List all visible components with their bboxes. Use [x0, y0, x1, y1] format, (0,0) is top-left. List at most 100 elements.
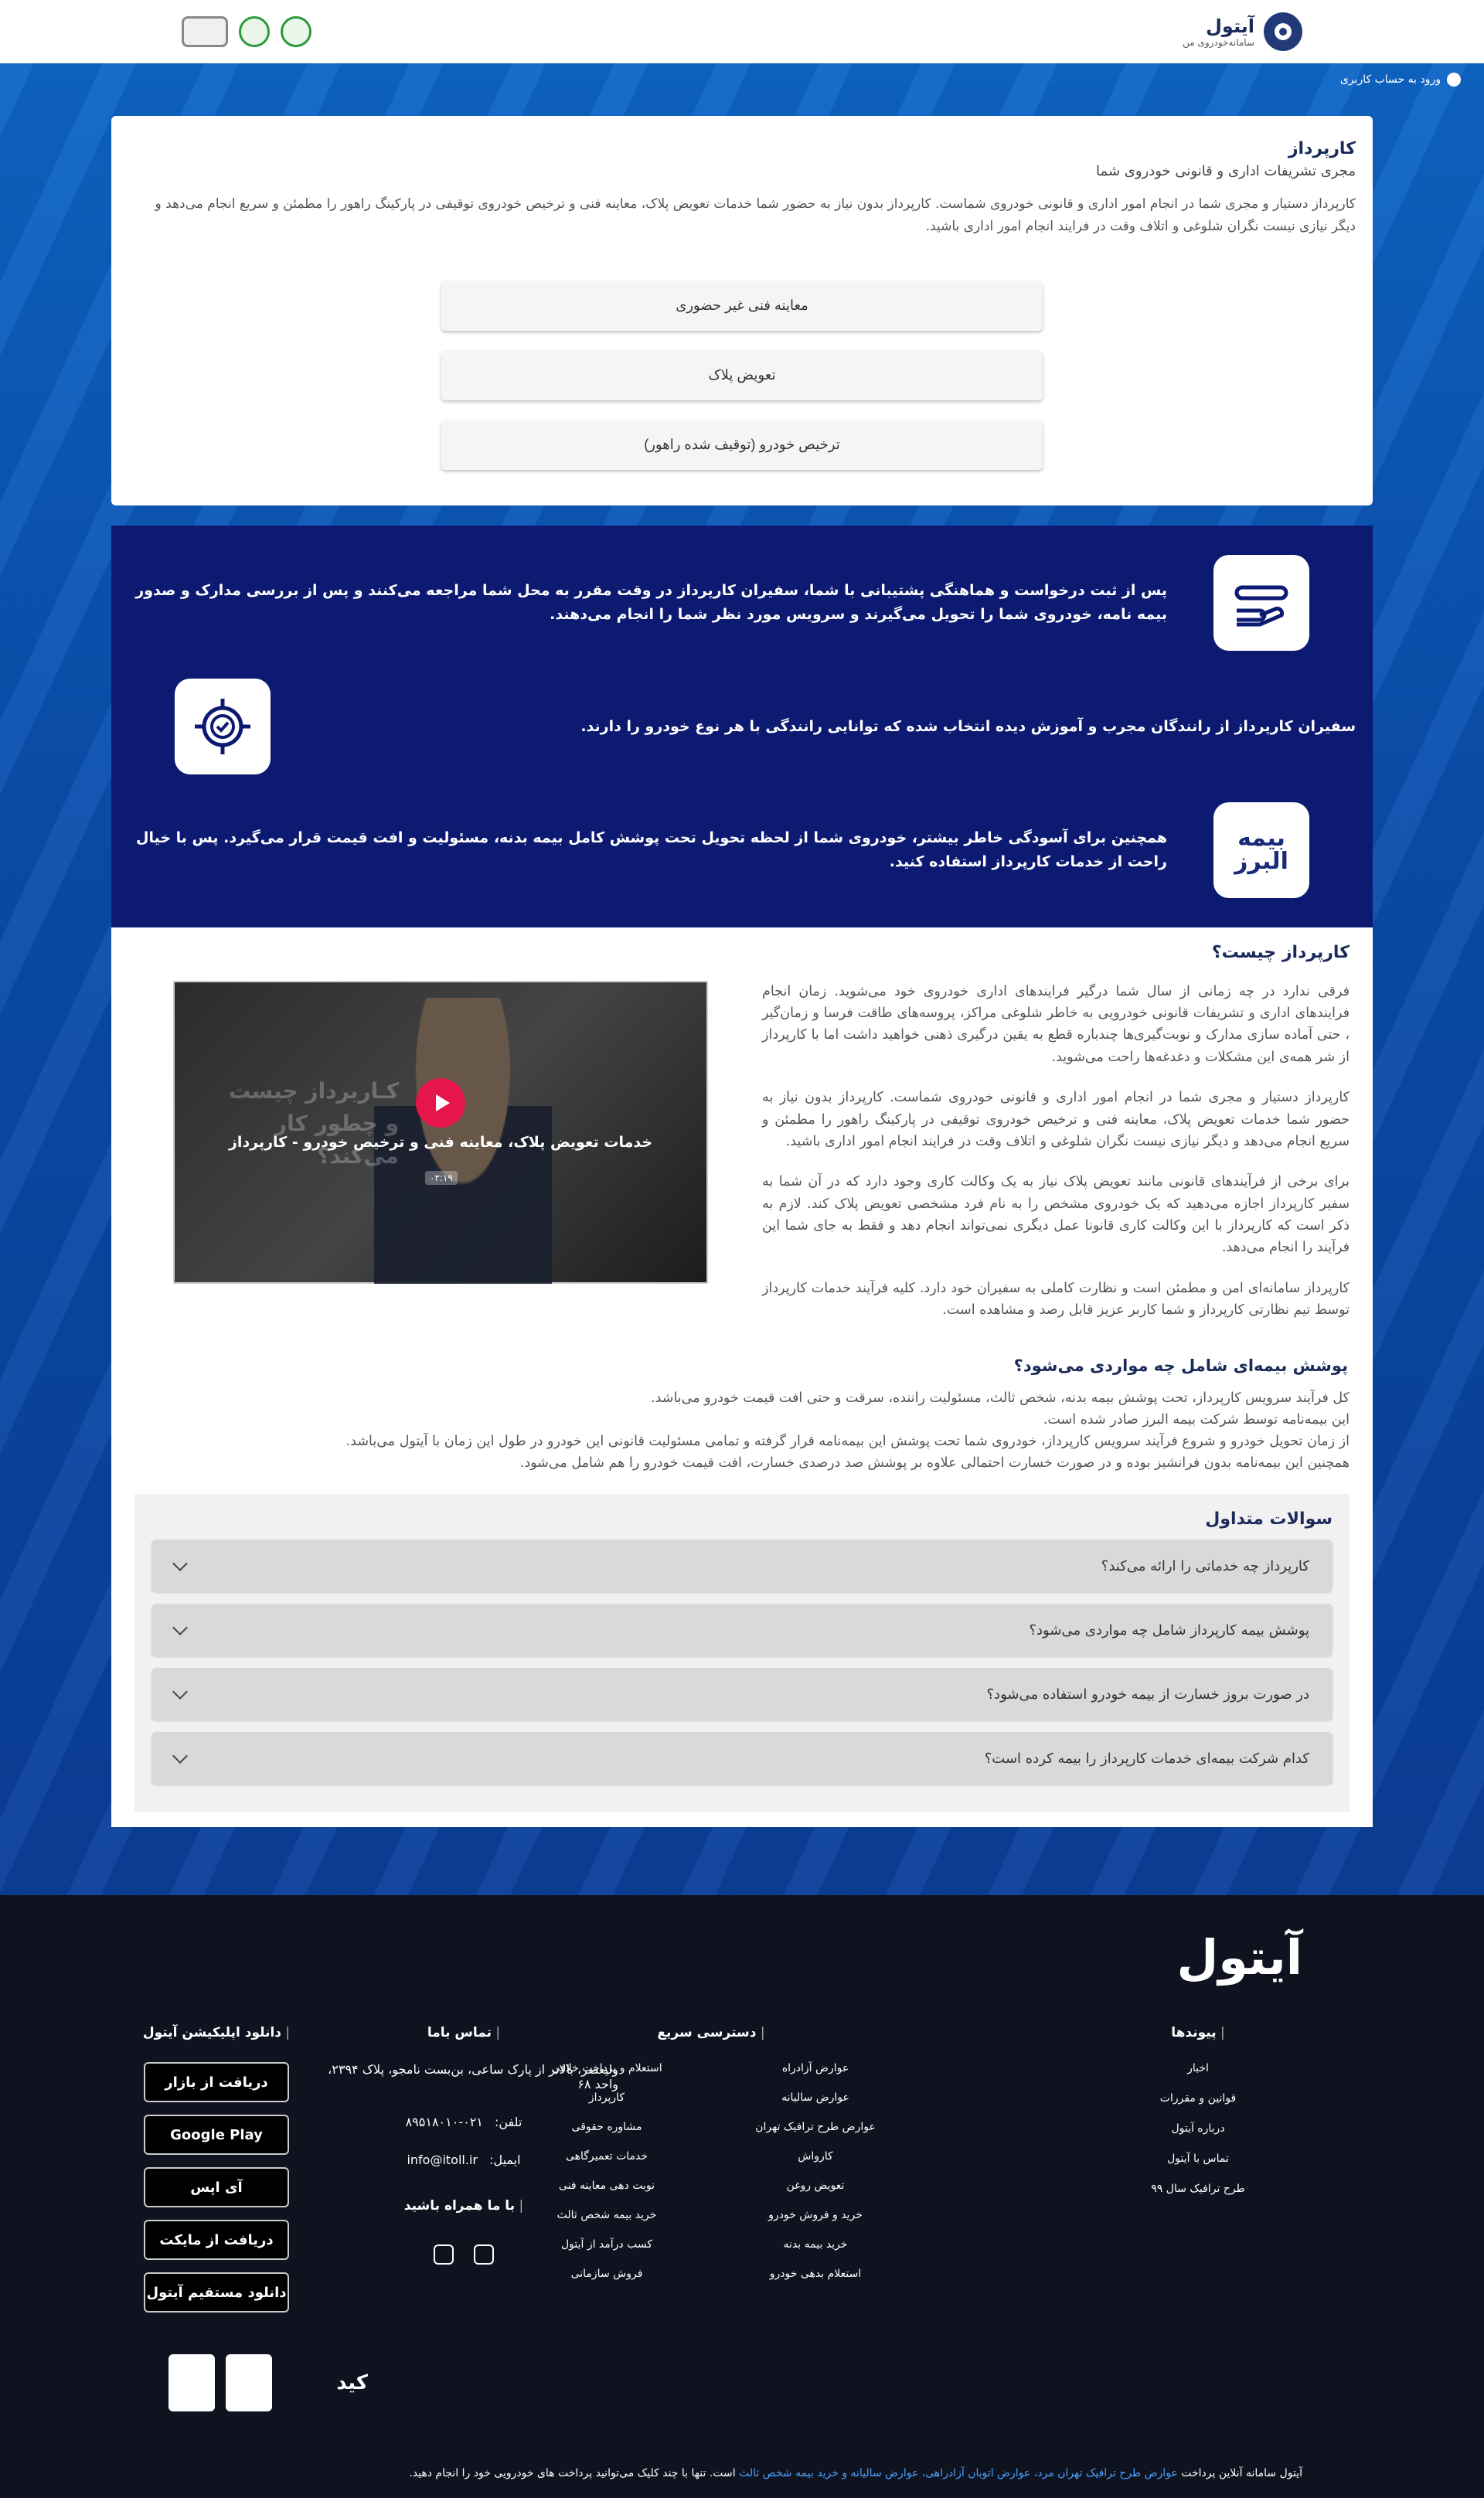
note-links[interactable]: عوارض طرح ترافیک تهران مرد، عوارض اتوبان…	[739, 2467, 1178, 2479]
iapps-button[interactable]: آی اپس	[144, 2167, 289, 2207]
faq-question: کارپرداز چه خدماتی را ارائه می‌کند؟	[1101, 1557, 1309, 1574]
quick-link[interactable]: عوارض طرح ترافیک تهران	[719, 2121, 912, 2133]
content-section: کارپرداز چیست؟ فرقی ندارد در چه زمانی از…	[111, 927, 1373, 1828]
trust-badges: کید	[168, 2354, 368, 2411]
kid-logo: کید	[336, 2371, 368, 2394]
quick-link[interactable]: استعلام بدهی خودرو	[719, 2268, 912, 2280]
contact-title: تماس باما	[309, 2025, 618, 2040]
phone[interactable]: ۰۲۱-۸۹۵۱۸۰۱۰	[406, 2115, 483, 2129]
what-row: فرقی ندارد در چه زمانی از سال شما درگیر …	[134, 980, 1350, 1339]
feature-text: همچنین برای آسودگی خاطر بیشتر، خودروی شم…	[135, 829, 1167, 870]
address: ولیعصر، بالاتر از پارک ساعی، بن‌بست نامج…	[328, 2062, 618, 2091]
video-duration: ۰۲:۱۹	[425, 1170, 458, 1185]
feature-row: پس از ثبت درخواست و هماهنگی پشتیبانی با …	[128, 541, 1356, 665]
faq-item[interactable]: کارپرداز چه خدماتی را ارائه می‌کند؟	[151, 1540, 1333, 1593]
feature-row: بیمه البرز همچنین برای آسودگی خاطر بیشتر…	[128, 788, 1356, 912]
what-title: کارپرداز چیست؟	[1211, 942, 1350, 962]
what-paragraph: برای برخی از فرآیندهای قانونی مانند تعوی…	[762, 1174, 1350, 1256]
option-release-button[interactable]: ترخیص خودرو (توقیف شده راهور)	[441, 420, 1043, 470]
faq-item[interactable]: پوشش بیمه کارپرداز شامل چه مواردی می‌شود…	[151, 1604, 1333, 1657]
google-play-button[interactable]: Google Play	[144, 2115, 289, 2155]
phone-label: تلفن:	[494, 2115, 522, 2129]
card-title: کارپرداز	[1288, 139, 1356, 158]
main-container: کارپرداز مجری تشریفات اداری و قانونی خود…	[111, 116, 1373, 1828]
brand-subtitle: سامانه‌خودروی من	[1183, 36, 1254, 48]
footer-logo: آیتول	[1176, 1929, 1302, 1986]
faq-question: پوشش بیمه کارپرداز شامل چه مواردی می‌شود…	[1029, 1622, 1309, 1639]
card-description: کارپرداز دستیار و مجری شما در انجام امور…	[155, 196, 1356, 234]
footer: آیتول پیوندها اخبار قوانین و مقررات دربا…	[0, 1895, 1484, 2498]
cover-line: این بیمه‌نامه توسط شرکت بیمه البرز صادر …	[1043, 1412, 1350, 1428]
quick-link[interactable]: کارواش	[719, 2150, 912, 2163]
faq-item[interactable]: کدام شرکت بیمه‌ای خدمات کارپرداز را بیمه…	[151, 1732, 1333, 1785]
footer-links-title: پیوندها	[1121, 2025, 1275, 2040]
quick-link[interactable]: عوارض آزادراه	[719, 2062, 912, 2074]
quick-link[interactable]: تعویض روغن	[719, 2180, 912, 2192]
cover-line: از زمان تحویل خودرو و شروع فرآیند سرویس …	[345, 1434, 1350, 1450]
footer-contact: تماس باما ولیعصر، بالاتر از پارک ساعی، ب…	[309, 2025, 618, 2288]
brand[interactable]: آیتول سامانه‌خودروی من	[1183, 12, 1302, 51]
card-subtitle: مجری تشریفات اداری و قانونی خودروی شما	[1096, 163, 1356, 179]
video-faded-text: کـاربرداز چیست و چطور کار می‌کند؟	[229, 1077, 399, 1169]
target-check-icon	[175, 678, 271, 774]
alborz-logo-text: بیمه البرز	[1234, 824, 1288, 875]
chevron-down-icon[interactable]	[172, 1748, 188, 1765]
footer-link[interactable]: قوانین و مقررات	[1121, 2092, 1275, 2105]
social-links	[309, 2244, 618, 2265]
what-text: فرقی ندارد در چه زمانی از سال شما درگیر …	[762, 981, 1350, 1339]
top-header: آیتول سامانه‌خودروی من	[0, 0, 1484, 63]
bazaar-button[interactable]: دریافت از بازار	[144, 2062, 289, 2102]
linkedin-icon[interactable]	[434, 2244, 454, 2265]
faq-title: سوالات متداول	[1205, 1509, 1333, 1530]
note-prefix: آیتول سامانه آنلاین پرداخت	[1181, 2467, 1302, 2479]
features-section: پس از ثبت درخواست و هماهنگی پشتیبانی با …	[111, 525, 1373, 927]
cover-title: پوشش بیمه‌ای شامل چه مواردی می‌شود؟	[1013, 1356, 1348, 1376]
service-options: معاینه فنی غیر حضوری تعویض پلاک ترخیص خو…	[128, 281, 1356, 470]
partner-logos	[182, 15, 311, 47]
option-inspection-button[interactable]: معاینه فنی غیر حضوری	[441, 281, 1043, 331]
chevron-down-icon[interactable]	[172, 1556, 188, 1572]
faq-section: سوالات متداول کارپرداز چه خدماتی را ارائ…	[134, 1494, 1350, 1812]
alborz-insurance-logo: بیمه البرز	[1213, 801, 1309, 898]
enamad-badge-icon[interactable]	[168, 2354, 215, 2411]
brand-name: آیتول	[1206, 15, 1254, 37]
option-plate-button[interactable]: تعویض پلاک	[441, 350, 1043, 400]
email[interactable]: info@itoll.ir	[407, 2153, 478, 2167]
faq-question: کدام شرکت بیمه‌ای خدمات کارپرداز را بیمه…	[984, 1750, 1309, 1767]
cover-list: کل فرآیند سرویس کارپرداز، تحت پوشش بیمه …	[134, 1387, 1350, 1474]
what-paragraph: کارپرداز سامانه‌ای امن و مطمئن است و نظا…	[762, 1280, 1350, 1318]
quick-link[interactable]: عوارض سالیانه	[719, 2091, 912, 2104]
video-player[interactable]: کـاربرداز چیست و چطور کار می‌کند؟ خدمات …	[173, 980, 708, 1284]
feature-row: سفیران کارپرداز از رانندگان مجرب و آموزش…	[128, 665, 1356, 788]
cover-line: کل فرآیند سرویس کارپرداز، تحت پوشش بیمه …	[651, 1390, 1350, 1407]
footer-link[interactable]: طرح ترافیک سال ۹۹	[1121, 2183, 1275, 2195]
myket-button[interactable]: دریافت از مایکت	[144, 2220, 289, 2260]
footer-link[interactable]: اخبار	[1121, 2062, 1275, 2074]
what-paragraph: فرقی ندارد در چه زمانی از سال شما درگیر …	[762, 983, 1350, 1065]
feature-text: سفیران کارپرداز از رانندگان مجرب و آموزش…	[580, 717, 1356, 735]
faq-item[interactable]: در صورت بروز خسارت از بیمه خودرو استفاده…	[151, 1668, 1333, 1721]
login-link[interactable]: ورود به حساب کاربری	[1340, 73, 1441, 86]
cover-line: همچنین این بیمه‌نامه بدون فرانشیز بوده و…	[519, 1455, 1350, 1472]
direct-download-button[interactable]: دانلود مستقیم آیتول	[144, 2272, 289, 2313]
chevron-down-icon[interactable]	[172, 1620, 188, 1636]
email-label: ایمیل:	[489, 2153, 521, 2167]
play-icon[interactable]	[416, 1077, 465, 1128]
hero-background: ورود به حساب کاربری کارپرداز مجری تشریفا…	[0, 63, 1484, 1895]
handshake-icon	[1213, 554, 1309, 651]
samandehi-badge-icon[interactable]	[226, 2354, 272, 2411]
footer-note: آیتول سامانه آنلاین پرداخت عوارض طرح ترا…	[409, 2467, 1302, 2479]
chevron-down-icon[interactable]	[172, 1684, 188, 1700]
faq-question: در صورت بروز خسارت از بیمه خودرو استفاده…	[986, 1686, 1310, 1703]
footer-link[interactable]: درباره آیتول	[1121, 2122, 1275, 2135]
footer-apps: دانلود اپلیکیشن آیتول دریافت از بازار Go…	[139, 2025, 294, 2325]
footer-link[interactable]: تماس با آیتول	[1121, 2153, 1275, 2165]
apps-title: دانلود اپلیکیشن آیتول	[139, 2025, 294, 2040]
instagram-icon[interactable]	[474, 2244, 494, 2265]
user-icon[interactable]	[1447, 73, 1461, 87]
itoll-logo-icon	[1264, 12, 1302, 51]
quick-link[interactable]: خرید بیمه بدنه	[719, 2238, 912, 2251]
video-title: خدمات تعویض پلاک، معاینه فنی و ترخیص خود…	[228, 1133, 653, 1151]
partner-logo-icon	[239, 15, 270, 47]
quick-link[interactable]: خرید و فروش خودرو	[719, 2209, 912, 2221]
